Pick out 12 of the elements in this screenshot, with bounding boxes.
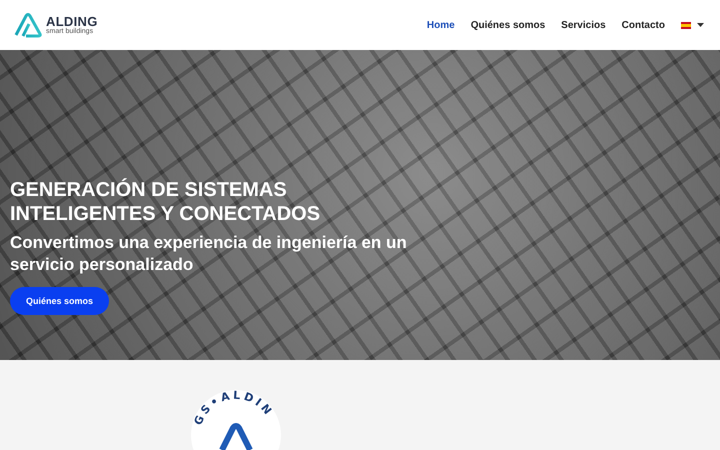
logo-icon [14,12,42,38]
nav-link[interactable]: Home [426,20,455,30]
nav-link[interactable]: Quiénes somos [470,20,546,30]
logo-name: ALDING [46,15,98,28]
nav-link[interactable]: Servicios [561,20,606,30]
hero-subtitle: Convertimos una experiencia de ingeniería en un servicio personalizado [10,232,408,276]
nav-link[interactable]: Contacto [622,20,665,30]
language-selector[interactable] [681,22,704,28]
hero-title: GENERACIÓN DE SISTEMAS INTELIGENTES Y CONECTADOS [10,178,322,226]
about-button[interactable]: Quiénes somos [10,287,110,315]
flag-icon [681,22,691,28]
caret-icon [697,23,704,27]
